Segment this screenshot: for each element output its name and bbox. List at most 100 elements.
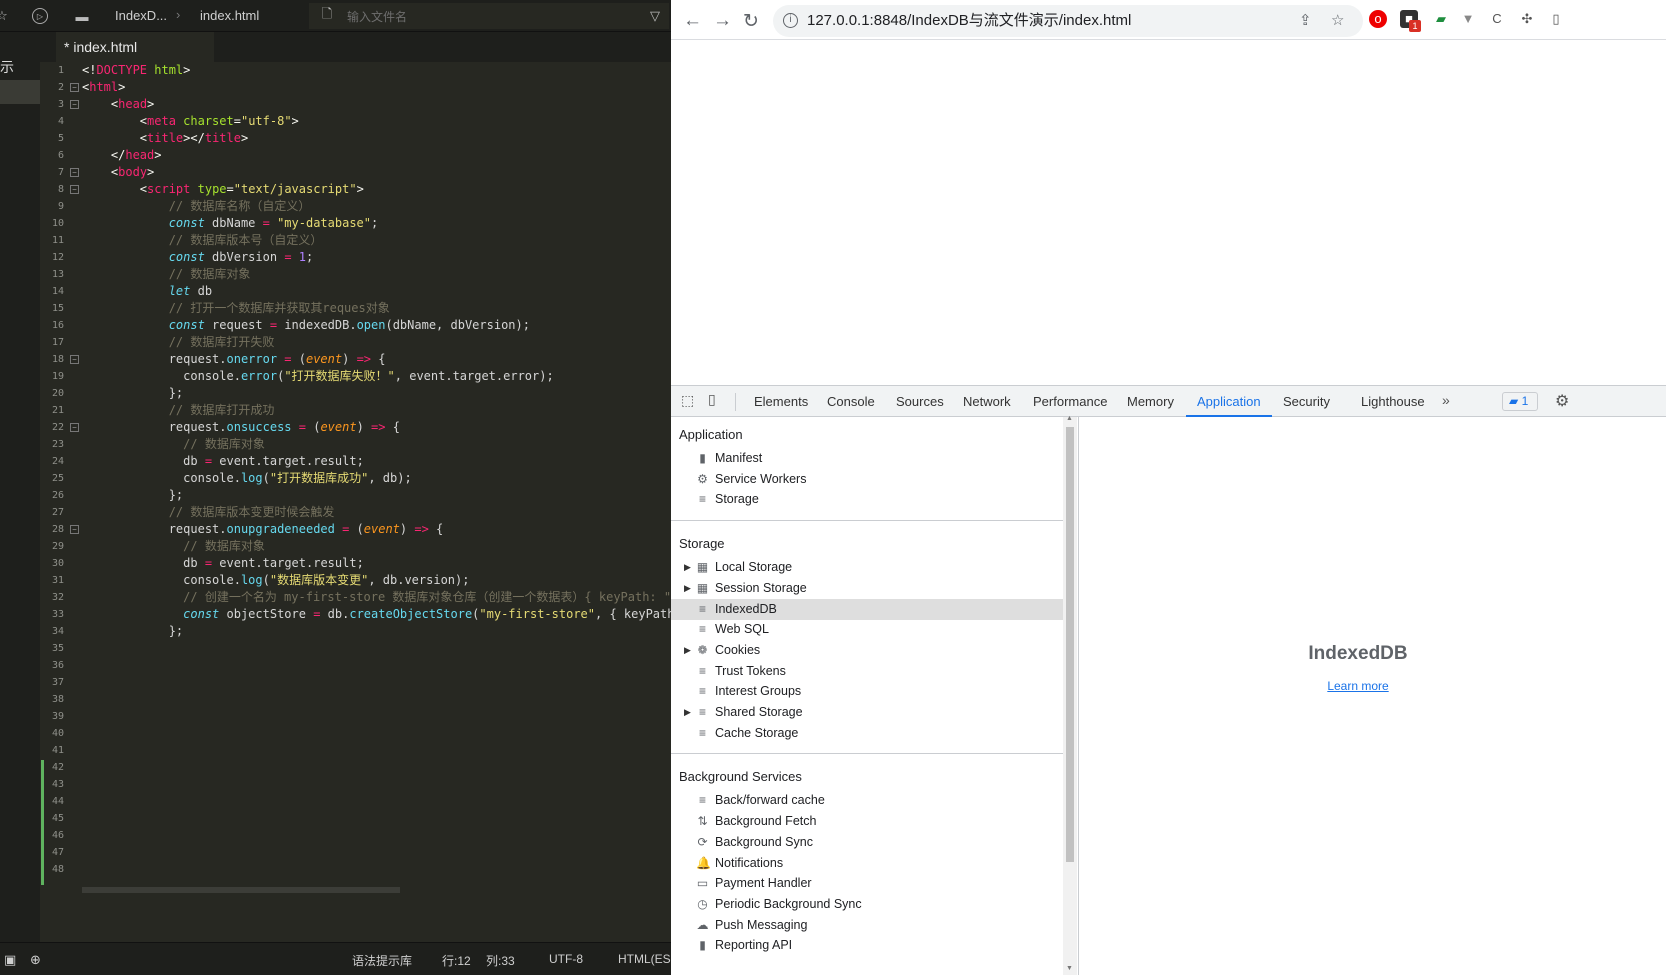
code-line[interactable]: <title></title>: [82, 130, 671, 147]
sidebar-item-shared-storage[interactable]: ▶ ≡ Shared Storage: [671, 702, 1063, 723]
sidebar-item-reporting-api[interactable]: ▮ Reporting API: [671, 935, 1063, 956]
code-line[interactable]: const dbVersion = 1;: [82, 249, 671, 266]
syntax-hint[interactable]: 语法提示库: [352, 952, 412, 969]
filter-icon[interactable]: ▽: [647, 8, 663, 24]
sidebar-item-storage[interactable]: ≡ Storage: [671, 489, 1063, 510]
code-line[interactable]: let db: [82, 283, 671, 300]
sidebar-item-local-storage[interactable]: ▶ ▦ Local Storage: [671, 557, 1063, 578]
devtools-tab-performance[interactable]: Performance: [1033, 386, 1107, 417]
code-line[interactable]: // 数据库名称（自定义）: [82, 198, 671, 215]
forward-icon[interactable]: →: [713, 10, 732, 32]
learn-more-link[interactable]: Learn more: [1079, 679, 1637, 693]
code-line[interactable]: const dbName = "my-database";: [82, 215, 671, 232]
fold-toggle-icon[interactable]: −: [70, 525, 79, 534]
encoding[interactable]: UTF-8: [549, 952, 583, 966]
issues-counter[interactable]: ▰ 1: [1502, 392, 1538, 411]
play-icon[interactable]: ▷: [32, 8, 48, 24]
code-line[interactable]: <body>: [82, 164, 671, 181]
expand-arrow-icon[interactable]: ▶: [684, 702, 691, 723]
bookmark-star-icon[interactable]: ☆: [1331, 5, 1344, 37]
fold-toggle-icon[interactable]: −: [70, 83, 79, 92]
fold-toggle-icon[interactable]: −: [70, 100, 79, 109]
scrollbar-thumb[interactable]: [1066, 427, 1074, 862]
code-line[interactable]: <meta charset="utf-8">: [82, 113, 671, 130]
tab-index-html[interactable]: * index.html: [56, 32, 214, 62]
code-line[interactable]: console.error("打开数据库失败！", event.target.e…: [82, 368, 671, 385]
green-extension-icon[interactable]: ▰: [1432, 10, 1450, 28]
sidebar-item-manifest[interactable]: ▮ Manifest: [671, 448, 1063, 469]
expand-arrow-icon[interactable]: ▶: [684, 578, 691, 599]
code-line[interactable]: };: [82, 487, 671, 504]
code-line[interactable]: <html>: [82, 79, 671, 96]
code-line[interactable]: db = event.target.result;: [82, 453, 671, 470]
address-bar[interactable]: i 127.0.0.1:8848/IndexDB与流文件演示/index.htm…: [773, 5, 1363, 37]
code-line[interactable]: request.onerror = (event) => {: [82, 351, 671, 368]
devtools-tab-application[interactable]: Application: [1186, 386, 1272, 417]
code-extension-icon[interactable]: C: [1488, 10, 1506, 28]
globe-icon[interactable]: ⊕: [30, 952, 41, 968]
code-line[interactable]: // 数据库打开失败: [82, 334, 671, 351]
code-line[interactable]: request.onupgradeneeded = (event) => {: [82, 521, 671, 538]
horizontal-scrollbar[interactable]: [82, 887, 400, 893]
devtools-tab-elements[interactable]: Elements: [754, 386, 808, 417]
expand-arrow-icon[interactable]: ▶: [684, 640, 691, 661]
reload-icon[interactable]: ↻: [743, 10, 759, 33]
code-line[interactable]: // 数据库打开成功: [82, 402, 671, 419]
scroll-down-icon[interactable]: ▼: [1066, 965, 1073, 972]
code-line[interactable]: db = event.target.result;: [82, 555, 671, 572]
fold-toggle-icon[interactable]: −: [70, 355, 79, 364]
sidebar-item-web-sql[interactable]: ≡ Web SQL: [671, 619, 1063, 640]
code-line[interactable]: };: [82, 385, 671, 402]
sidebar-item-indexeddb[interactable]: ≡ IndexedDB: [671, 598, 1063, 620]
search-input[interactable]: 输入文件名: [347, 8, 407, 25]
sidebar-item-background-sync[interactable]: ⟳ Background Sync: [671, 832, 1063, 853]
sidebar-item-service-workers[interactable]: ⚙ Service Workers: [671, 469, 1063, 490]
star-icon[interactable]: ☆: [0, 8, 10, 24]
sidebar-item-session-storage[interactable]: ▶ ▦ Session Storage: [671, 578, 1063, 599]
sidebar-item-notifications[interactable]: 🔔 Notifications: [671, 853, 1063, 874]
expand-arrow-icon[interactable]: ▶: [684, 557, 691, 578]
fold-toggle-icon[interactable]: −: [70, 423, 79, 432]
code-line[interactable]: console.log("打开数据库成功", db);: [82, 470, 671, 487]
code-line[interactable]: <!DOCTYPE html>: [82, 62, 671, 79]
devtools-tab-lighthouse[interactable]: Lighthouse: [1361, 386, 1425, 417]
sidebar-item-trust-tokens[interactable]: ≡ Trust Tokens: [671, 661, 1063, 682]
code-line[interactable]: const request = indexedDB.open(dbName, d…: [82, 317, 671, 334]
code-line[interactable]: // 数据库版本变更时候会触发: [82, 504, 671, 521]
sidebar-scrollbar[interactable]: ▲ ▼: [1063, 415, 1077, 975]
sidebar-item-cache-storage[interactable]: ≡ Cache Storage: [671, 723, 1063, 744]
share-icon[interactable]: ⇪: [1299, 5, 1312, 37]
code-line[interactable]: console.log("数据库版本变更", db.version);: [82, 572, 671, 589]
code-line[interactable]: };: [82, 623, 671, 640]
sidebar-item-push-messaging[interactable]: ☁ Push Messaging: [671, 915, 1063, 936]
device-toggle-icon[interactable]: ▯: [708, 391, 716, 408]
puzzle-icon[interactable]: ✣: [1518, 10, 1536, 28]
devtools-tab-sources[interactable]: Sources: [896, 386, 944, 417]
inspect-icon[interactable]: ⬚: [681, 392, 694, 409]
devtools-tab-memory[interactable]: Memory: [1127, 386, 1174, 417]
language-mode[interactable]: HTML(ES6: [618, 952, 677, 966]
devtools-tab-security[interactable]: Security: [1283, 386, 1330, 417]
code-line[interactable]: // 数据库对象: [82, 436, 671, 453]
project-name[interactable]: IndexD...: [115, 8, 167, 23]
url-text[interactable]: 127.0.0.1:8848/IndexDB与流文件演示/index.html: [807, 12, 1131, 29]
code-line[interactable]: <head>: [82, 96, 671, 113]
sidebar-item-back-forward-cache[interactable]: ≡ Back/forward cache: [671, 790, 1063, 811]
code-line[interactable]: const objectStore = db.createObjectStore…: [82, 606, 671, 623]
back-icon[interactable]: ←: [683, 10, 702, 32]
more-tabs-icon[interactable]: »: [1442, 392, 1450, 408]
devtools-tab-network[interactable]: Network: [963, 386, 1011, 417]
info-icon[interactable]: i: [783, 13, 798, 28]
code-line[interactable]: // 打开一个数据库并获取其reques对象: [82, 300, 671, 317]
sidebar-item-interest-groups[interactable]: ≡ Interest Groups: [671, 681, 1063, 702]
code-line[interactable]: // 创建一个名为 my-first-store 数据库对象仓库（创建一个数据表…: [82, 589, 671, 606]
scroll-up-icon[interactable]: ▲: [1066, 415, 1073, 422]
fold-toggle-icon[interactable]: −: [70, 185, 79, 194]
sidebar-item-background-fetch[interactable]: ⇅ Background Fetch: [671, 811, 1063, 832]
code-line[interactable]: // 数据库对象: [82, 538, 671, 555]
settings-gear-icon[interactable]: ⚙: [1555, 391, 1569, 411]
terminal-icon[interactable]: ▣: [4, 952, 16, 968]
file-name[interactable]: index.html: [200, 8, 259, 23]
code-line[interactable]: // 数据库对象: [82, 266, 671, 283]
fold-toggle-icon[interactable]: −: [70, 168, 79, 177]
